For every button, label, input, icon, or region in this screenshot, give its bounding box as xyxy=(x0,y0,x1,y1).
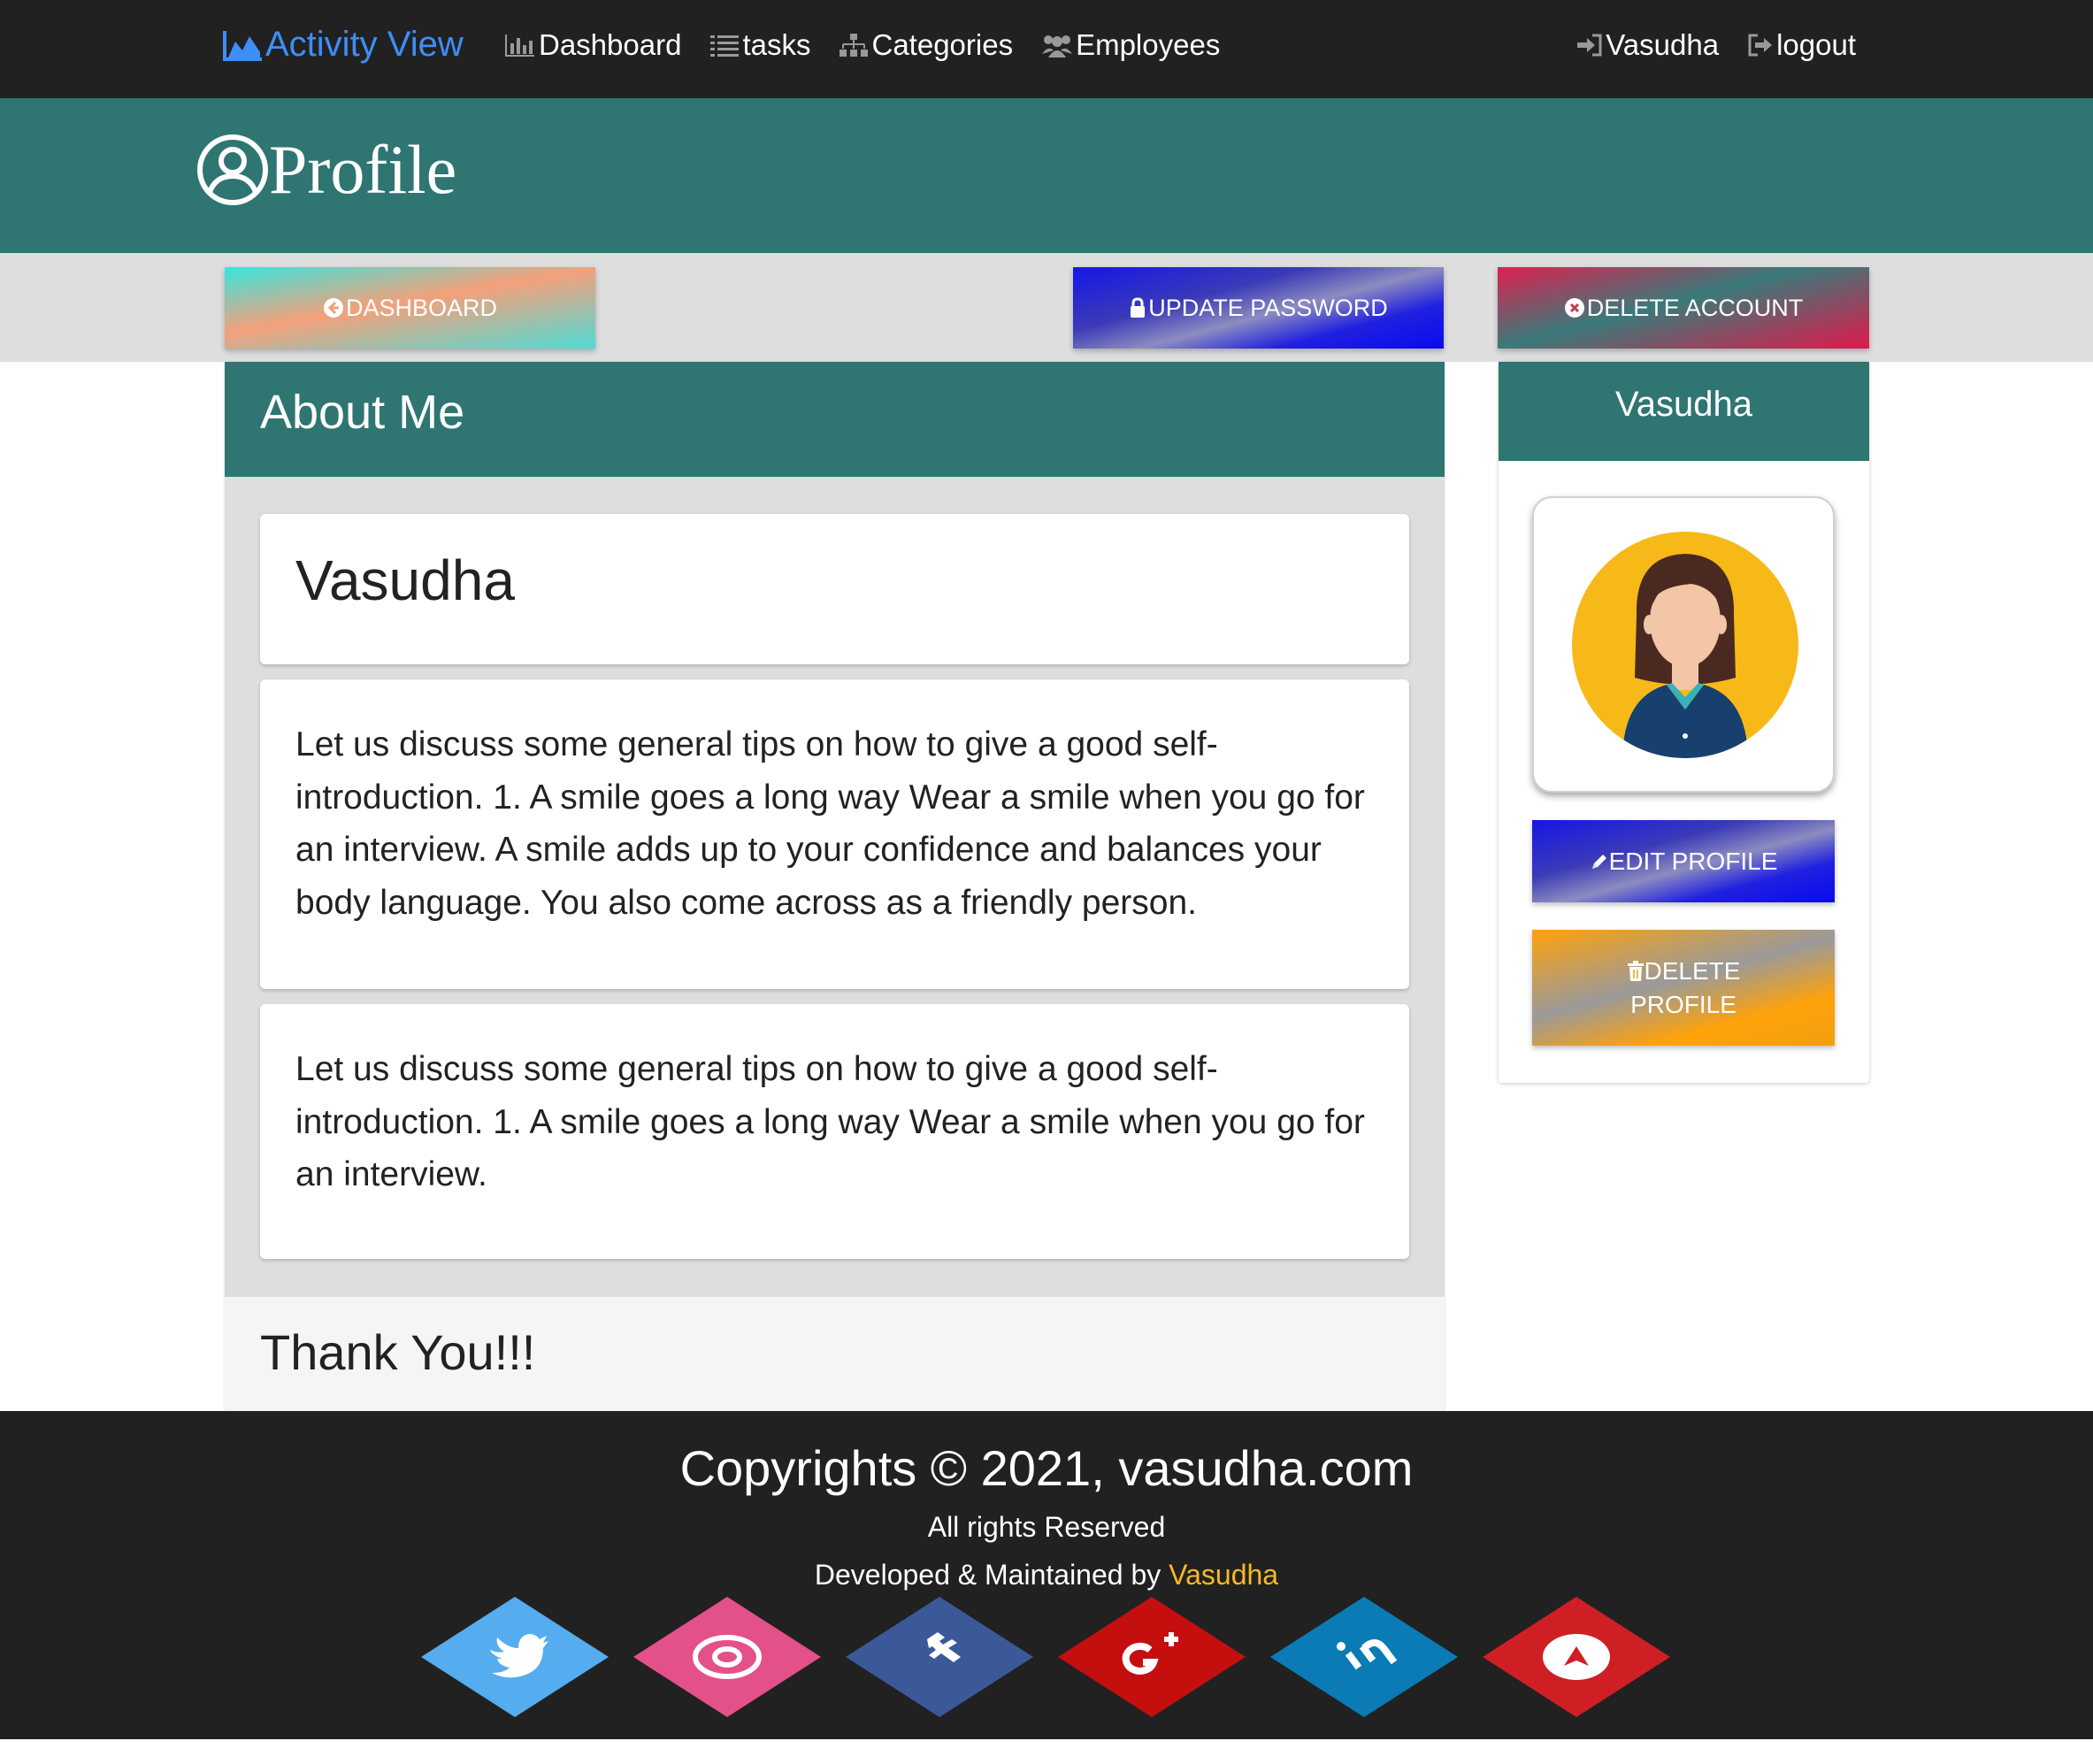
nav-logout-label: logout xyxy=(1776,28,1856,61)
nav-user-label: Vasudha xyxy=(1606,28,1720,61)
woman-avatar-icon xyxy=(1572,532,1798,758)
edit-profile-label: EDIT PROFILE xyxy=(1608,847,1778,875)
times-circle-icon xyxy=(1564,298,1584,318)
action-bar: DASHBOARD UPDATE PASSWORD DELETE ACCOUNT xyxy=(0,253,2093,362)
delete-profile-label-2: PROFILE xyxy=(1630,990,1736,1018)
dashboard-button-label: DASHBOARD xyxy=(345,294,498,321)
developed-by-prefix: Developed & Maintained by xyxy=(814,1559,1162,1591)
social-youtube[interactable] xyxy=(1483,1597,1670,1717)
about-paragraph-box: Let us discuss some general tips on how … xyxy=(260,1004,1409,1259)
nav-categories[interactable]: Categories xyxy=(839,28,1013,62)
nav-tasks[interactable]: tasks xyxy=(709,28,810,62)
nav-employees[interactable]: Employees xyxy=(1041,28,1220,62)
twitter-icon xyxy=(421,1597,609,1717)
about-card: About Me Vasudha Let us discuss some gen… xyxy=(225,362,1445,1411)
sign-in-icon xyxy=(1577,34,1602,57)
social-links xyxy=(0,1597,2093,1721)
list-icon xyxy=(710,35,740,57)
facebook-icon xyxy=(846,1597,1033,1717)
side-card-header: Vasudha xyxy=(1499,362,1869,461)
page-title: Profile xyxy=(196,130,456,210)
about-heading: About Me xyxy=(260,386,465,439)
nav-categories-label: Categories xyxy=(871,28,1014,61)
sitemap-icon xyxy=(840,34,869,57)
developer-link[interactable]: Vasudha xyxy=(1169,1559,1278,1591)
instagram-icon xyxy=(633,1597,821,1717)
nav-user[interactable]: Vasudha xyxy=(1576,28,1719,62)
delete-profile-label-1: DELETE xyxy=(1644,956,1741,985)
dashboard-button[interactable]: DASHBOARD xyxy=(225,267,595,349)
avatar xyxy=(1532,496,1835,793)
nav-dashboard-label: Dashboard xyxy=(539,28,682,61)
update-password-label: UPDATE PASSWORD xyxy=(1148,294,1388,321)
social-google-plus[interactable] xyxy=(1058,1597,1246,1717)
delete-profile-button[interactable]: DELETE PROFILE xyxy=(1532,930,1835,1046)
brand-link[interactable]: Activity View xyxy=(223,25,464,65)
users-icon xyxy=(1042,35,1073,58)
about-paragraph-2: Let us discuss some general tips on how … xyxy=(295,1050,1365,1193)
profile-banner: Profile xyxy=(0,98,2093,253)
update-password-button[interactable]: UPDATE PASSWORD xyxy=(1073,267,1444,349)
social-twitter[interactable] xyxy=(421,1597,609,1717)
developed-by-text: Developed & Maintained by Vasudha xyxy=(0,1559,2093,1591)
pencil-icon xyxy=(1591,854,1606,869)
top-navbar: Activity View Dashboard tasks Categories… xyxy=(0,0,2093,98)
about-name-box: Vasudha xyxy=(260,514,1409,664)
side-card-name: Vasudha xyxy=(1615,385,1752,424)
trash-icon xyxy=(1627,960,1644,981)
social-instagram[interactable] xyxy=(633,1597,821,1717)
nav-employees-label: Employees xyxy=(1076,28,1221,61)
about-card-header: About Me xyxy=(225,362,1445,477)
youtube-icon xyxy=(1483,1597,1670,1717)
delete-account-label: DELETE ACCOUNT xyxy=(1586,294,1804,321)
delete-account-button[interactable]: DELETE ACCOUNT xyxy=(1498,267,1869,349)
about-name: Vasudha xyxy=(295,548,515,612)
copyright-text: Copyrights © 2021, vasudha.com xyxy=(679,1440,1414,1496)
about-paragraph-1: Let us discuss some general tips on how … xyxy=(295,725,1365,922)
nav-dashboard[interactable]: Dashboard xyxy=(504,28,681,62)
linkedin-icon xyxy=(1270,1597,1458,1717)
sign-out-icon xyxy=(1748,34,1773,57)
edit-profile-button[interactable]: EDIT PROFILE xyxy=(1532,820,1835,902)
footer: Copyrights © 2021, vasudha.com All right… xyxy=(0,1411,2093,1739)
social-facebook[interactable] xyxy=(846,1597,1033,1717)
rights-text: All rights Reserved xyxy=(927,1511,1166,1543)
lock-icon xyxy=(1131,297,1146,318)
about-card-footer: Thank You!!! xyxy=(225,1297,1445,1411)
thank-you-text: Thank You!!! xyxy=(260,1324,536,1380)
profile-side-card: Vasudha EDIT PROFILE DELETE PROFILE xyxy=(1499,362,1869,1083)
page-title-label: Profile xyxy=(269,131,457,208)
social-linkedin[interactable] xyxy=(1270,1597,1458,1717)
bar-chart-icon xyxy=(505,35,534,57)
arrow-circle-left-icon xyxy=(323,298,343,318)
about-paragraph-box: Let us discuss some general tips on how … xyxy=(260,679,1409,989)
brand-label: Activity View xyxy=(265,25,464,64)
area-chart-icon xyxy=(223,30,262,61)
google-plus-icon xyxy=(1058,1597,1246,1717)
nav-tasks-label: tasks xyxy=(742,28,811,61)
user-circle-icon xyxy=(197,134,268,205)
nav-logout[interactable]: logout xyxy=(1747,28,1856,62)
